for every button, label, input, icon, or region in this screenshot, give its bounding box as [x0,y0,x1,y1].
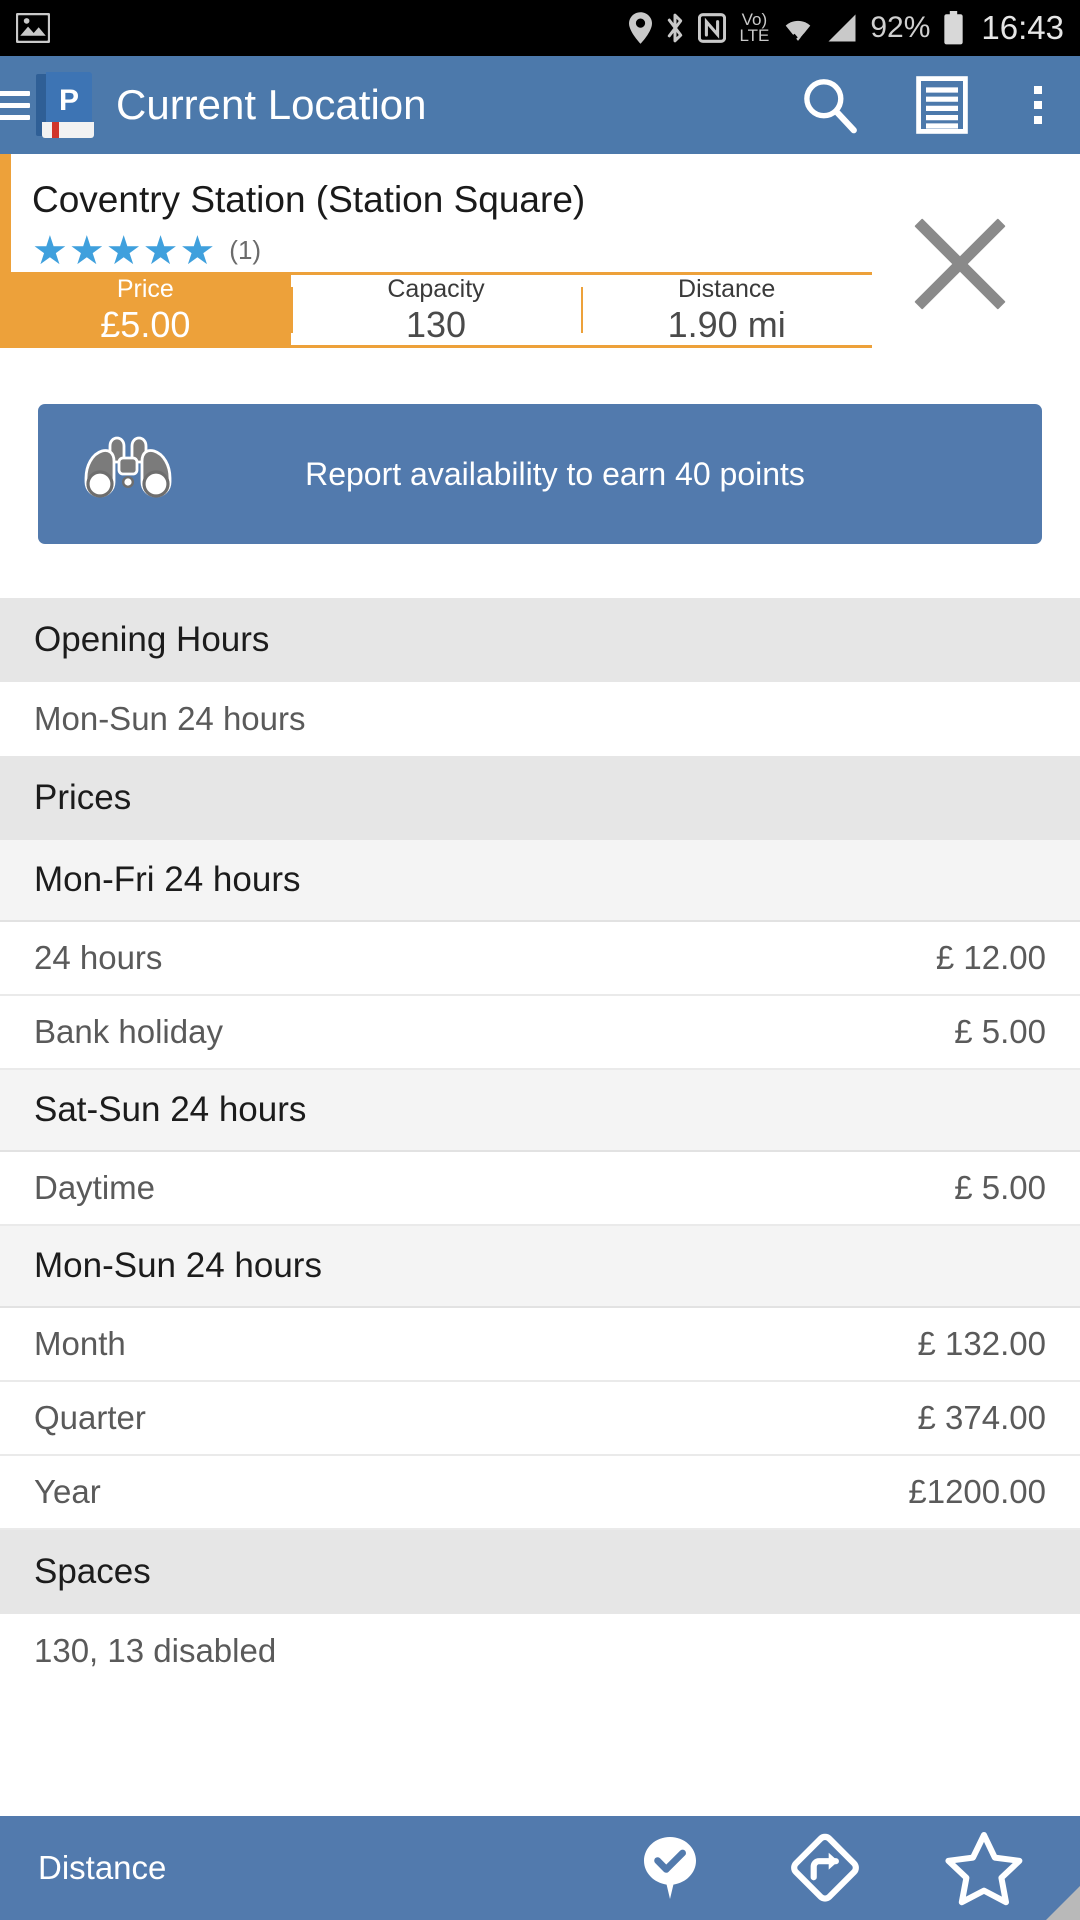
price-row: Quarter £ 374.00 [0,1382,1080,1456]
price-group-header: Sat-Sun 24 hours [0,1070,1080,1152]
price-row-label: 24 hours [34,939,163,976]
price-row-label: Daytime [34,1169,156,1206]
search-icon[interactable] [798,74,860,136]
price-row-label: Bank holiday [34,1013,223,1050]
signal-bars-icon [827,13,857,43]
tab-capacity-label: Capacity [387,274,485,303]
battery-percent: 92% [870,11,931,44]
sort-label[interactable]: Distance [38,1849,166,1887]
section-header-prices: Prices [0,756,1080,840]
price-row-value: £ 5.00 [954,1013,1046,1050]
star-icon: ★ [179,228,216,273]
place-info-card: Coventry Station (Station Square) ★ ★ ★ … [0,154,1080,310]
price-row-value: £ 5.00 [954,1169,1046,1206]
star-icon: ★ [142,228,179,273]
details-list: Opening Hours Mon-Sun 24 hours Prices Mo… [0,598,1080,1816]
clock: 16:43 [981,9,1064,46]
section-header-opening-hours: Opening Hours [0,598,1080,682]
logo-letter: P [58,84,79,117]
price-row: Month £ 132.00 [0,1308,1080,1382]
app-screen: Vo) LTE 92% 16:43 P Current Location Cov… [0,0,1080,1920]
price-row-label: Month [34,1325,126,1362]
spaces-value: 130, 13 disabled [0,1614,1080,1688]
wifi-icon [782,13,814,43]
tab-capacity[interactable]: Capacity 130 [290,274,582,345]
tab-price-value: £5.00 [100,303,191,345]
favourite-star-icon[interactable] [944,1829,1024,1907]
app-bar: P Current Location [0,56,1080,154]
bottom-bar-actions [632,1829,1024,1907]
tab-price[interactable]: Price £5.00 [0,275,291,345]
app-bar-actions [798,74,1060,136]
report-banner-wrap: Report availability to earn 40 points [0,348,1080,598]
app-logo-icon: P [36,72,94,138]
price-row-label: Quarter [34,1399,146,1436]
image-icon [16,13,50,43]
price-row-value: £ 132.00 [917,1325,1046,1362]
price-row: 24 hours £ 12.00 [0,922,1080,996]
bottom-bar: Distance [0,1816,1080,1920]
star-icon: ★ [68,228,105,273]
status-bar: Vo) LTE 92% 16:43 [0,0,1080,56]
resize-grip-icon [1046,1886,1080,1920]
star-icon: ★ [105,228,142,273]
overflow-menu-icon[interactable] [1024,86,1052,124]
tab-distance[interactable]: Distance 1.90 mi [581,274,873,345]
price-row-label: Year [34,1473,101,1510]
price-row-value: £1200.00 [908,1473,1046,1510]
close-icon[interactable] [902,206,1018,322]
price-row-value: £ 12.00 [935,939,1046,976]
price-row: Year £1200.00 [0,1456,1080,1530]
tab-distance-label: Distance [678,274,776,303]
report-banner-text: Report availability to earn 40 points [305,455,805,492]
status-bar-right: Vo) LTE 92% 16:43 [629,9,1064,47]
list-icon[interactable] [916,76,968,134]
rating-count: (1) [229,235,262,266]
price-group-header: Mon-Sun 24 hours [0,1226,1080,1308]
check-in-icon[interactable] [632,1831,706,1905]
price-row: Daytime £ 5.00 [0,1152,1080,1226]
star-icon: ★ [32,228,68,273]
tab-distance-value: 1.90 mi [667,303,786,345]
price-group-header: Mon-Fri 24 hours [0,840,1080,922]
nfc-icon [698,13,727,43]
volte-indicator: Vo) LTE [739,9,770,45]
location-icon [629,12,653,44]
price-row-value: £ 374.00 [917,1399,1046,1436]
report-availability-banner[interactable]: Report availability to earn 40 points [38,404,1042,544]
accent-stripe [0,154,11,272]
opening-hours-value: Mon-Sun 24 hours [0,682,1080,756]
binoculars-icon [74,434,182,514]
tab-price-label: Price [116,274,174,303]
page-title: Current Location [116,81,427,128]
status-bar-left [16,13,50,43]
tab-capacity-value: 130 [405,303,467,345]
price-row: Bank holiday £ 5.00 [0,996,1080,1070]
hamburger-icon[interactable] [0,90,30,120]
battery-icon [943,11,964,45]
stats-tabs: Price £5.00 Capacity 130 Distance 1.90 m… [0,272,873,348]
section-header-spaces: Spaces [0,1530,1080,1614]
bluetooth-icon [665,12,685,44]
star-rating: ★ ★ ★ ★ ★ [32,231,215,271]
directions-icon[interactable] [786,1829,864,1907]
